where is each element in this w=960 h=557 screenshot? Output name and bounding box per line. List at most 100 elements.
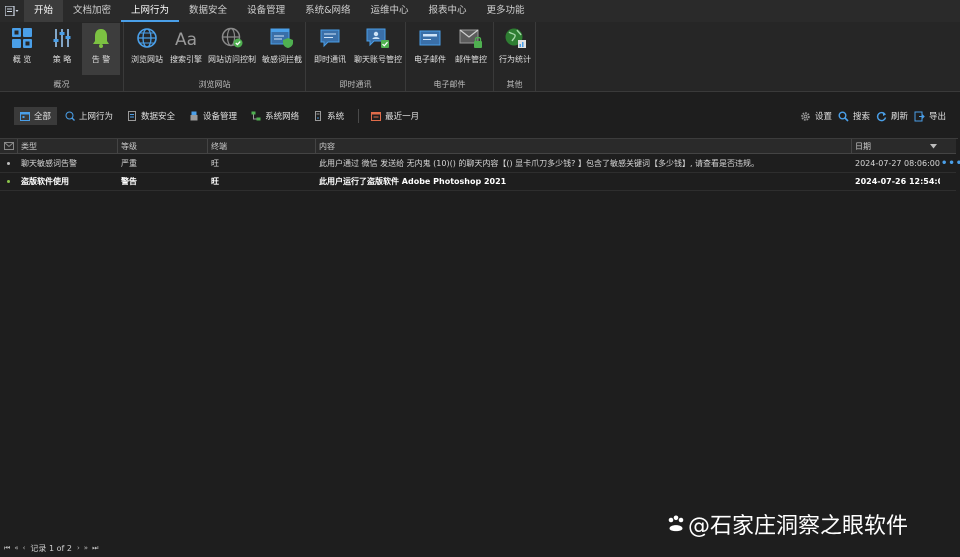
level-column-header[interactable]: 等级: [118, 139, 208, 154]
sensitive-word-block-label: 敏感词拦截: [262, 55, 302, 64]
chat-user-icon: [365, 25, 391, 51]
status-bar: ⏮ « ‹ 记录 1 of 2 › » ⏭: [0, 541, 960, 555]
browse-websites-button[interactable]: 浏览网站: [128, 23, 166, 75]
svg-text:Aa: Aa: [175, 30, 197, 49]
terminal-column-header[interactable]: 终端: [208, 139, 316, 154]
tab-internet-behavior[interactable]: 上网行为: [121, 0, 180, 22]
settings-label: 设置: [814, 112, 832, 122]
tab-ops-center[interactable]: 运维中心: [361, 0, 419, 22]
globe-icon: [134, 25, 160, 51]
envelope-lock-icon: [458, 25, 484, 51]
website-access-control-button[interactable]: 网站访问控制: [206, 23, 258, 75]
first-page-icon[interactable]: ⏮: [4, 544, 10, 553]
export-label: 导出: [928, 112, 946, 122]
filter-all-button[interactable]: 全部: [14, 107, 58, 125]
row-status-dot: [7, 162, 10, 165]
date-cell: 2024-07-27 08:06:00: [855, 159, 940, 168]
filter-internet-behavior-button[interactable]: 上网行为: [59, 107, 119, 125]
alert-button[interactable]: 告 警: [82, 23, 120, 75]
policy-label: 策 略: [52, 55, 72, 64]
export-button[interactable]: 导出: [910, 107, 948, 125]
prev-page-group-icon[interactable]: «: [14, 544, 18, 552]
next-page-icon[interactable]: ›: [77, 544, 80, 552]
filter-system-network-button[interactable]: 系统网络: [245, 107, 305, 125]
calendar-icon: [20, 112, 30, 121]
ribbon-group-im: 即时通讯 聊天账号管控 即时通讯: [306, 22, 406, 92]
refresh-button[interactable]: 刷新: [872, 107, 910, 125]
tab-document-encryption[interactable]: 文档加密: [63, 0, 121, 22]
instant-messaging-button[interactable]: 即时通讯: [310, 23, 350, 75]
content-column-header[interactable]: 内容: [316, 139, 852, 154]
filter-device-management-button[interactable]: 设备管理: [183, 107, 243, 125]
next-page-group-icon[interactable]: »: [84, 544, 88, 552]
bell-icon: [88, 25, 114, 51]
ribbon-group-browsing-label: 浏览网站: [198, 80, 231, 89]
email-control-button[interactable]: 邮件管控: [452, 23, 490, 75]
filter-last-month-button[interactable]: 最近一月: [365, 107, 425, 125]
search-engine-button[interactable]: Aa 搜索引擎: [168, 23, 204, 75]
type-cell: 聊天敏感词告警: [21, 159, 77, 168]
tab-start[interactable]: 开始: [24, 0, 64, 22]
filter-internet-behavior-label: 上网行为: [79, 112, 114, 122]
sensitive-word-block-button[interactable]: 敏感词拦截: [260, 23, 304, 75]
content-cell: 此用户通过 微信 发送给 无内鬼 (10)() 的聊天内容【() 显卡爪刀多少钱…: [319, 159, 760, 168]
terminal-cell: 旺: [211, 159, 219, 168]
gear-icon: [801, 111, 810, 121]
ribbon-group-other-label: 其他: [506, 80, 523, 89]
toolbar-actions: 设置 搜索 刷新 导出: [796, 103, 948, 129]
read-status-column-header[interactable]: [0, 139, 18, 154]
prev-page-icon[interactable]: ‹: [23, 544, 26, 552]
menu-bar: 开始 文档加密 上网行为 数据安全 设备管理 系统&网络 运维中心 报表中心 更…: [0, 0, 960, 22]
level-cell: 警告: [121, 177, 137, 186]
search-engine-label: 搜索引擎: [170, 55, 202, 64]
ribbon-group-email-label: 电子邮件: [433, 80, 466, 89]
settings-button[interactable]: 设置: [796, 107, 834, 125]
app-menu-icon: [5, 6, 19, 16]
tab-device-management[interactable]: 设备管理: [237, 0, 295, 22]
search-label: 搜索: [852, 112, 870, 122]
filter-system-button[interactable]: 系统: [307, 107, 350, 125]
globe-stats-icon: [502, 25, 528, 51]
tab-data-security[interactable]: 数据安全: [179, 0, 237, 22]
behavior-stats-button[interactable]: 行为统计: [496, 23, 534, 75]
filter-system-network-label: 系统网络: [265, 112, 300, 122]
last-page-icon[interactable]: ⏭: [92, 544, 98, 553]
alert-grid: 类型 等级 终端 内容 日期 聊天敏感词告警 严重 旺 此用户通过 微信 发送给…: [0, 138, 960, 540]
type-cell: 盗版软件使用: [21, 177, 69, 186]
toolbar-divider: [358, 109, 360, 123]
type-column-header[interactable]: 类型: [18, 139, 118, 154]
watermark-text: @石家庄洞察之眼软件: [688, 514, 909, 539]
content-cell: 此用户运行了盗版软件 Adobe Photoshop 2021: [319, 177, 507, 186]
ribbon: 概 览 策 略 告 警 概况 浏览网站 Aa 搜索引擎 网站访问控制 敏感词拦截…: [0, 22, 960, 92]
globe-search-icon: [65, 111, 75, 121]
table-row[interactable]: 盗版软件使用 警告 旺 此用户运行了盗版软件 Adobe Photoshop 2…: [0, 173, 956, 191]
ribbon-group-im-label: 即时通讯: [339, 80, 372, 89]
behavior-stats-label: 行为统计: [499, 55, 531, 64]
overview-label: 概 览: [12, 55, 32, 64]
date-column-header[interactable]: 日期: [852, 139, 940, 154]
calendar-month-icon: [371, 112, 382, 121]
sliders-icon: [49, 25, 75, 51]
filter-device-management-label: 设备管理: [203, 112, 238, 122]
tab-report-center[interactable]: 报表中心: [419, 0, 477, 22]
app-menu-button[interactable]: [0, 0, 24, 22]
alert-label: 告 警: [91, 55, 111, 64]
email-button[interactable]: 电子邮件: [410, 23, 450, 75]
chat-account-control-button[interactable]: 聊天账号管控: [352, 23, 404, 75]
row-more-icon[interactable]: •••: [941, 155, 960, 173]
filter-toolbar: 全部 上网行为 数据安全 设备管理 系统网络 系统 最近一月 设置 搜索 刷新 …: [0, 103, 960, 129]
search-button[interactable]: 搜索: [834, 107, 872, 125]
date-column-label: 日期: [855, 142, 871, 151]
tab-system-network[interactable]: 系统&网络: [295, 0, 360, 22]
policy-button[interactable]: 策 略: [44, 23, 80, 75]
table-row[interactable]: 聊天敏感词告警 严重 旺 此用户通过 微信 发送给 无内鬼 (10)() 的聊天…: [0, 155, 960, 173]
font-aa-icon: Aa: [173, 25, 199, 51]
overview-button[interactable]: 概 览: [4, 23, 40, 75]
level-cell: 严重: [121, 159, 137, 168]
browse-websites-label: 浏览网站: [131, 55, 163, 64]
ribbon-group-overview-label: 概况: [53, 80, 70, 89]
website-access-control-label: 网站访问控制: [208, 55, 256, 64]
filter-data-security-button[interactable]: 数据安全: [121, 107, 181, 125]
tab-more-features[interactable]: 更多功能: [477, 0, 535, 22]
filter-data-security-label: 数据安全: [141, 112, 176, 122]
